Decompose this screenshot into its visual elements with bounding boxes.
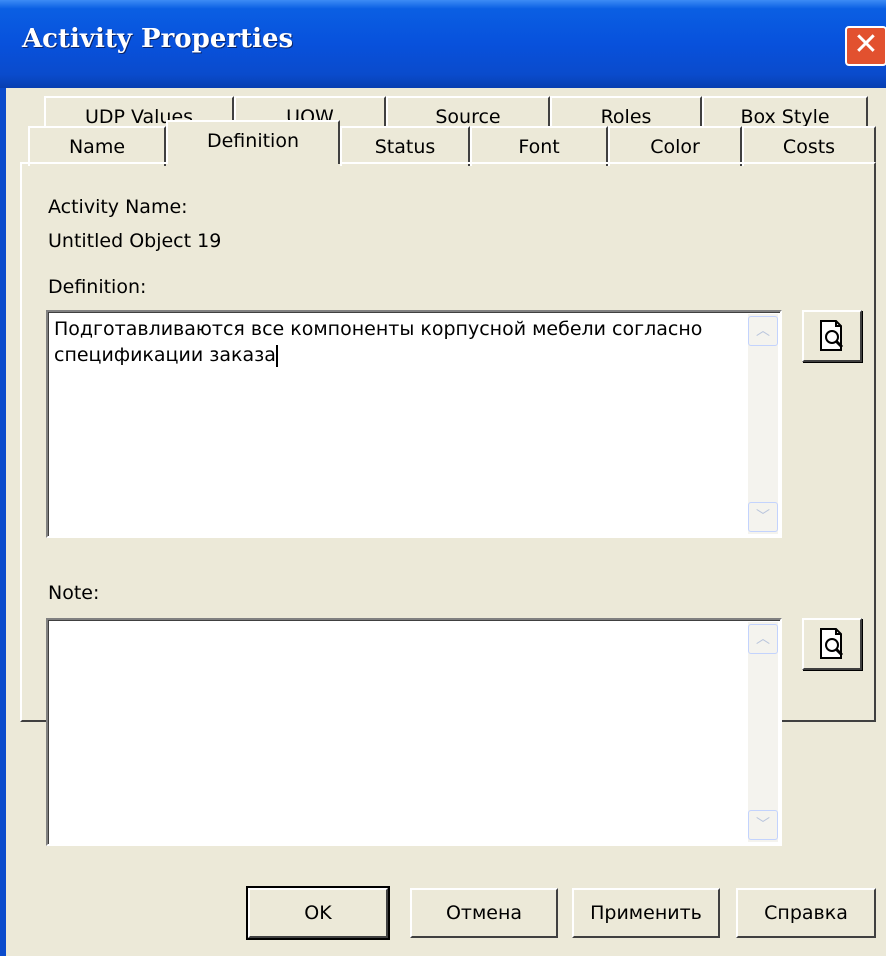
tab-label: Status bbox=[374, 136, 436, 158]
chevron-up-icon: ︿ bbox=[756, 323, 770, 339]
note-browse-button[interactable] bbox=[802, 618, 862, 670]
title-bar[interactable]: Activity Properties ✕ bbox=[0, 0, 886, 88]
chevron-down-icon: ﹀ bbox=[756, 509, 770, 525]
tab-label: Roles bbox=[600, 106, 652, 128]
scroll-up-button[interactable]: ︿ bbox=[748, 316, 778, 346]
close-icon: ✕ bbox=[853, 27, 879, 62]
tab-costs[interactable]: Costs bbox=[742, 126, 876, 166]
chevron-up-icon: ︿ bbox=[756, 631, 770, 647]
activity-properties-dialog: Activity Properties ✕ UDP Values UOW Sou… bbox=[0, 0, 886, 956]
definition-scrollbar[interactable]: ︿ ﹀ bbox=[748, 314, 778, 534]
tab-color[interactable]: Color bbox=[608, 126, 742, 166]
activity-name-value: Untitled Object 19 bbox=[48, 230, 222, 252]
tab-label: Font bbox=[518, 136, 560, 158]
tab-definition[interactable]: Definition bbox=[166, 120, 340, 164]
tab-label: Color bbox=[650, 136, 700, 158]
tab-label: Costs bbox=[782, 136, 836, 158]
tab-name[interactable]: Name bbox=[28, 126, 166, 166]
note-textarea[interactable]: ︿ ﹀ bbox=[46, 618, 782, 846]
tab-label: Box Style bbox=[740, 106, 830, 128]
note-label: Note: bbox=[48, 582, 100, 604]
scroll-down-button[interactable]: ﹀ bbox=[748, 810, 778, 840]
close-button[interactable]: ✕ bbox=[845, 26, 886, 66]
apply-button[interactable]: Применить bbox=[572, 888, 720, 938]
definition-text: Подготавливаются все компоненты корпусно… bbox=[54, 316, 740, 368]
window-title: Activity Properties bbox=[22, 24, 294, 54]
zoom-document-icon bbox=[820, 320, 844, 351]
tab-label: Source bbox=[435, 106, 501, 128]
tab-label: Name bbox=[68, 136, 126, 158]
tab-status[interactable]: Status bbox=[340, 126, 470, 166]
scroll-down-button[interactable]: ﹀ bbox=[748, 502, 778, 532]
scroll-up-button[interactable]: ︿ bbox=[748, 624, 778, 654]
window-left-border bbox=[0, 88, 6, 956]
zoom-document-icon bbox=[820, 628, 844, 659]
definition-browse-button[interactable] bbox=[802, 310, 862, 362]
tab-label: Definition bbox=[206, 130, 299, 152]
note-scrollbar[interactable]: ︿ ﹀ bbox=[748, 622, 778, 842]
ok-button[interactable]: OK bbox=[248, 888, 388, 938]
definition-label: Definition: bbox=[48, 276, 147, 298]
definition-textarea[interactable]: Подготавливаются все компоненты корпусно… bbox=[46, 310, 782, 538]
help-button[interactable]: Справка bbox=[736, 888, 876, 938]
cancel-button[interactable]: Отмена bbox=[410, 888, 558, 938]
tab-font[interactable]: Font bbox=[470, 126, 608, 166]
definition-text-content: Подготавливаются все компоненты корпусно… bbox=[54, 318, 703, 366]
chevron-down-icon: ﹀ bbox=[756, 817, 770, 833]
activity-name-label: Activity Name: bbox=[48, 196, 188, 218]
text-caret bbox=[275, 344, 278, 367]
